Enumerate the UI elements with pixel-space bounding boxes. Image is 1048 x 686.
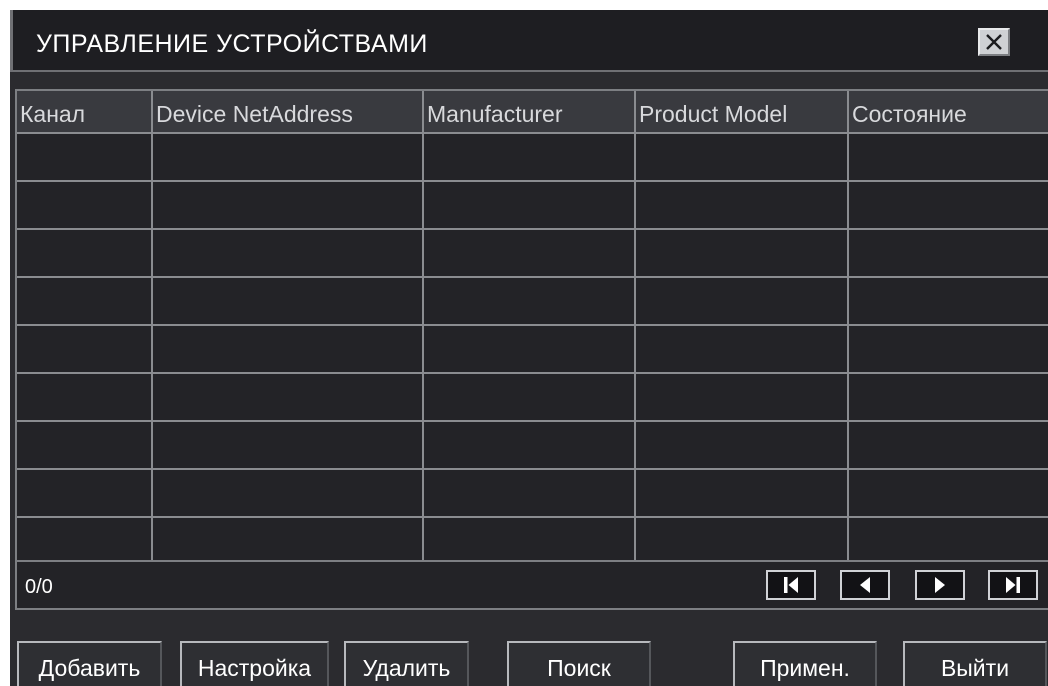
table-cell	[17, 325, 153, 374]
table-cell	[848, 181, 1048, 230]
table-cell	[848, 229, 1048, 278]
dialog-title: УПРАВЛЕНИЕ УСТРОЙСТВАМИ	[36, 30, 428, 58]
table-cell	[423, 469, 636, 518]
table-cell	[423, 517, 636, 560]
table-cell	[848, 517, 1048, 560]
apply-button[interactable]: Примен.	[733, 641, 877, 686]
table-cell	[848, 421, 1048, 470]
table-row[interactable]	[17, 229, 1048, 278]
table-header-row: Канал Device NetAddress Manufacturer Pro…	[17, 91, 1048, 134]
table-cell	[635, 469, 849, 518]
table-cell	[635, 229, 849, 278]
close-button[interactable]	[978, 28, 1010, 56]
previous-page-icon	[860, 577, 870, 593]
table-cell	[848, 133, 1048, 182]
last-page-icon	[1006, 577, 1020, 593]
table-cell	[635, 181, 849, 230]
table-cell	[423, 229, 636, 278]
table-cell	[848, 469, 1048, 518]
table-cell	[17, 181, 153, 230]
table-cell	[17, 517, 153, 560]
table-row[interactable]	[17, 133, 1048, 182]
table-cell	[152, 229, 424, 278]
page-count: 0/0	[25, 576, 53, 598]
add-button[interactable]: Добавить	[17, 641, 162, 686]
table-row[interactable]	[17, 181, 1048, 230]
delete-button[interactable]: Удалить	[344, 641, 469, 686]
table-cell	[152, 469, 424, 518]
table-cell	[17, 469, 153, 518]
next-page-button[interactable]	[915, 570, 965, 600]
column-header-channel[interactable]: Канал	[17, 91, 153, 134]
table-cell	[848, 373, 1048, 422]
first-page-icon	[784, 577, 798, 593]
table-cell	[152, 181, 424, 230]
exit-button[interactable]: Выйти	[903, 641, 1047, 686]
column-header-device-netaddress[interactable]: Device NetAddress	[152, 91, 424, 134]
device-grid: Канал Device NetAddress Manufacturer Pro…	[17, 91, 1048, 560]
table-row[interactable]	[17, 469, 1048, 518]
table-cell	[152, 133, 424, 182]
table-cell	[848, 325, 1048, 374]
table-cell	[635, 373, 849, 422]
title-bar: УПРАВЛЕНИЕ УСТРОЙСТВАМИ	[10, 10, 1048, 72]
device-table: Канал Device NetAddress Manufacturer Pro…	[15, 89, 1048, 560]
table-cell	[152, 373, 424, 422]
table-cell	[635, 421, 849, 470]
table-cell	[635, 277, 849, 326]
device-management-dialog: УПРАВЛЕНИЕ УСТРОЙСТВАМИ Канал Device Net…	[10, 10, 1048, 686]
table-row[interactable]	[17, 517, 1048, 560]
table-cell	[423, 325, 636, 374]
table-cell	[17, 373, 153, 422]
table-row[interactable]	[17, 421, 1048, 470]
table-row[interactable]	[17, 277, 1048, 326]
search-button[interactable]: Поиск	[507, 641, 651, 686]
table-cell	[423, 133, 636, 182]
column-header-status[interactable]: Состояние	[848, 91, 1048, 134]
table-cell	[423, 373, 636, 422]
last-page-button[interactable]	[988, 570, 1038, 600]
table-row[interactable]	[17, 325, 1048, 374]
close-x-icon	[986, 34, 1002, 50]
table-cell	[423, 421, 636, 470]
table-cell	[152, 421, 424, 470]
table-cell	[423, 277, 636, 326]
table-cell	[17, 277, 153, 326]
first-page-button[interactable]	[766, 570, 816, 600]
table-cell	[152, 517, 424, 560]
column-header-manufacturer[interactable]: Manufacturer	[423, 91, 636, 134]
table-cell	[17, 133, 153, 182]
table-cell	[635, 517, 849, 560]
table-cell	[17, 229, 153, 278]
table-cell	[152, 277, 424, 326]
table-cell	[848, 277, 1048, 326]
previous-page-button[interactable]	[840, 570, 890, 600]
column-header-product-model[interactable]: Product Model	[635, 91, 849, 134]
table-cell	[635, 325, 849, 374]
table-cell	[423, 181, 636, 230]
table-cell	[17, 421, 153, 470]
pagination-bar: 0/0	[15, 560, 1048, 610]
settings-button[interactable]: Настройка	[180, 641, 329, 686]
table-cell	[152, 325, 424, 374]
table-body	[17, 133, 1048, 560]
table-cell	[635, 133, 849, 182]
table-row[interactable]	[17, 373, 1048, 422]
next-page-icon	[935, 577, 945, 593]
